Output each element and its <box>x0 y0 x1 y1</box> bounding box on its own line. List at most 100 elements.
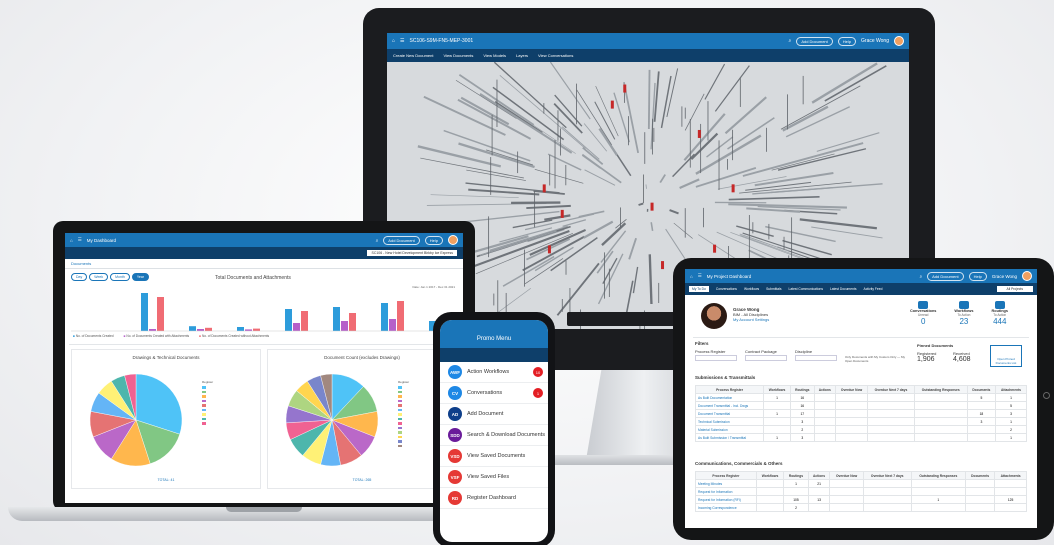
phone-menu-item[interactable]: AWF Action Workflows 10 <box>440 362 548 383</box>
table-cell <box>813 433 836 442</box>
register-link[interactable]: As Built Documentation <box>694 393 765 402</box>
stat-routings[interactable]: Routings To Action 444 <box>992 301 1008 326</box>
chart-bar <box>205 327 212 331</box>
add-document-button[interactable]: Add Document <box>383 235 420 245</box>
legend-documents-created: ■ No. of Documents Created <box>73 334 114 338</box>
register-link[interactable]: Material Submission <box>694 425 765 434</box>
filter-week[interactable]: Week <box>89 273 109 281</box>
table-row[interactable]: As Built Documentation 1 16 5 1 <box>694 393 1027 402</box>
table-row[interactable]: Request for Information <box>695 487 1027 496</box>
home-icon[interactable]: ⌂ <box>392 38 395 44</box>
tab-activity-feed[interactable]: Activity Feed <box>864 287 883 291</box>
table-cell <box>813 425 836 434</box>
search-icon[interactable]: ⌕ <box>376 238 379 243</box>
column-header: Overdue Now <box>834 385 869 394</box>
table-cell <box>829 487 864 496</box>
register-link[interactable]: Request for Information (RFI) <box>695 495 757 504</box>
register-link[interactable]: Document Transmittal <box>694 409 765 418</box>
toolbar-view-conversations[interactable]: View Conversations <box>538 53 573 58</box>
tablet-screen: ⌂ ☰ My Project Dashboard ⌕ Add Document … <box>685 269 1037 528</box>
tab-my-todo[interactable]: My To Do <box>689 286 709 292</box>
stat-workflows[interactable]: Workflows To Action 23 <box>954 301 974 326</box>
toolbar-layers[interactable]: Layers <box>516 53 528 58</box>
toolbar-view-documents[interactable]: View Documents <box>443 53 473 58</box>
menu-item-label: View Saved Documents <box>467 453 526 459</box>
tab-submittals[interactable]: Submittals <box>766 287 781 291</box>
tab-workflows[interactable]: Workflows <box>744 287 759 291</box>
tab-latest-documents[interactable]: Latest Documents <box>830 287 857 291</box>
legend-swatch <box>202 413 206 416</box>
table-cell <box>913 417 968 426</box>
filter-contract-package[interactable]: Contract Package <box>745 349 787 361</box>
table-row[interactable]: Technical Submission 3 3 1 <box>694 417 1027 426</box>
tab-documents[interactable]: Documents <box>65 259 463 269</box>
home-icon[interactable]: ⌂ <box>690 274 693 279</box>
legend-swatch <box>398 440 402 443</box>
phone-menu-item[interactable]: CV Conversations 1 <box>440 383 548 404</box>
search-icon[interactable]: ⌕ <box>920 274 923 279</box>
avatar[interactable] <box>448 235 458 245</box>
menu-icon[interactable]: ☰ <box>78 237 82 243</box>
filter-year[interactable]: Year <box>131 273 149 281</box>
stat-conversations[interactable]: Conversations Unread 0 <box>910 301 936 326</box>
table-row[interactable]: Meeting Minutes 1 21 <box>695 479 1027 488</box>
filter-day[interactable]: Day <box>71 273 88 281</box>
filter-discipline[interactable]: Discipline <box>795 349 837 361</box>
home-icon[interactable]: ⌂ <box>70 238 73 243</box>
table-row[interactable]: Request for Information (RFI) 105 13 1 125 <box>695 495 1027 504</box>
table-cell <box>807 503 831 512</box>
help-button[interactable]: Help <box>424 235 443 245</box>
menu-icon[interactable]: ☰ <box>400 38 404 44</box>
help-button[interactable]: Help <box>837 36 857 46</box>
filter-month[interactable]: Month <box>110 273 130 281</box>
register-link[interactable]: Meeting Minutes <box>695 479 757 488</box>
register-link[interactable]: Request for Information <box>695 487 757 496</box>
table-cell <box>965 495 996 504</box>
avatar[interactable] <box>1022 271 1032 281</box>
table-row[interactable]: Document Transmittal 1 17 18 3 <box>694 409 1027 418</box>
tab-conversations[interactable]: Conversations <box>716 287 737 291</box>
tab-latest-communications[interactable]: Latest Communications <box>789 287 823 291</box>
table-row[interactable]: Incoming Correspondence 2 <box>695 503 1027 512</box>
add-document-button[interactable]: Add Document <box>927 271 964 281</box>
register-link[interactable]: Document Transmittal - Incl. Dwgs <box>694 401 765 410</box>
project-select[interactable]: All Projects <box>996 286 1033 292</box>
filter-process-register[interactable]: Process Register <box>695 349 737 361</box>
register-link[interactable]: As Built Submission / Transmittal <box>694 433 765 442</box>
table-cell <box>834 417 869 426</box>
valve <box>560 209 564 218</box>
table-cell: 1 <box>995 393 1027 402</box>
period-filter: Day Week Month Year <box>71 273 149 281</box>
register-link[interactable]: Technical Submission <box>694 417 765 426</box>
account-settings-link[interactable]: My Account Settings <box>733 317 769 322</box>
table-cell: 17 <box>789 409 815 418</box>
table-cell <box>867 425 915 434</box>
open-pinned-documents-button[interactable]: Open Pinned Documents List <box>990 345 1022 367</box>
table-row[interactable]: Material Submission 2 2 <box>694 425 1027 434</box>
toolbar-create-document[interactable]: Create New Document <box>393 53 433 58</box>
table-row[interactable]: As Built Submission / Transmittal 1 3 1 <box>694 433 1027 442</box>
menu-item-label: Add Document <box>467 411 504 417</box>
toolbar-view-models[interactable]: View Models <box>483 53 506 58</box>
valve <box>610 100 614 109</box>
tablet-home-button[interactable] <box>1043 392 1050 399</box>
add-document-button[interactable]: Add Document <box>796 36 833 46</box>
stats-row: Conversations Unread 0 Workflows To Action 23… <box>910 301 1008 326</box>
register-link[interactable]: Incoming Correspondence <box>695 503 757 512</box>
legend-swatch <box>202 404 206 407</box>
table-cell: 2 <box>789 425 815 434</box>
phone-menu-item[interactable]: VSF View Saved Files <box>440 467 548 488</box>
help-button[interactable]: Help <box>968 271 987 281</box>
table-cell <box>834 401 869 410</box>
phone-menu-item[interactable]: RD Register Dashboard <box>440 488 548 509</box>
search-icon[interactable]: ⌕ <box>789 38 792 44</box>
phone-menu-item[interactable]: AD Add Document <box>440 404 548 425</box>
table-row[interactable]: Document Transmittal - Incl. Dwgs 16 5 <box>694 401 1027 410</box>
menu-item-label: View Saved Files <box>467 474 510 480</box>
phone-menu-item[interactable]: SDD Search & Download Documents <box>440 425 548 446</box>
project-select[interactable]: SC106 - New Hotel Development Birkby Ice… <box>367 250 457 256</box>
phone-menu-item[interactable]: VSD View Saved Documents <box>440 446 548 467</box>
avatar[interactable] <box>894 36 904 46</box>
menu-icon[interactable]: ☰ <box>698 273 702 279</box>
legend-with-attachments: ■ No. of Documents Created with Attachme… <box>123 334 190 338</box>
